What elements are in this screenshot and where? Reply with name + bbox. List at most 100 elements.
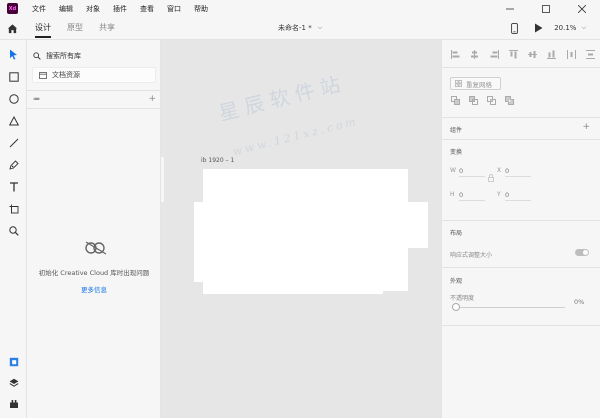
text-tool[interactable] <box>7 180 20 193</box>
select-tool[interactable] <box>7 48 20 61</box>
menu-items: 文件 编辑 对象 插件 查看 窗口 帮助 <box>32 4 221 14</box>
opacity-value[interactable]: 0% <box>574 298 584 306</box>
divider <box>442 117 600 118</box>
x-field-underline <box>505 176 531 177</box>
distribute-v-button[interactable] <box>585 49 595 59</box>
menu-file[interactable]: 文件 <box>32 4 46 14</box>
menu-help[interactable]: 帮助 <box>194 4 208 14</box>
align-toolbar <box>451 48 595 60</box>
libraries-panel-button[interactable] <box>7 355 20 368</box>
mode-tabs: 设计 原型 共享 <box>35 17 131 39</box>
pointer-icon <box>10 49 17 60</box>
minimize-button[interactable] <box>492 0 528 17</box>
y-label: Y <box>497 191 501 198</box>
menu-view[interactable]: 查看 <box>140 4 154 14</box>
maximize-button[interactable] <box>528 0 564 17</box>
lock-aspect-icon[interactable] <box>488 174 494 182</box>
toolbar: 设计 原型 共享 未命名-1 * ⌵ 20.1% ⌵ <box>0 17 600 40</box>
boolean-subtract-icon <box>469 96 478 105</box>
document-assets-label: 文档资源 <box>52 71 80 79</box>
artboard[interactable] <box>203 169 408 291</box>
exclude-boolean-button[interactable] <box>505 96 514 105</box>
artboard-tool[interactable] <box>7 202 20 215</box>
add-boolean-button[interactable] <box>451 96 460 105</box>
play-icon <box>534 23 543 33</box>
watermark-url: www.121xz.com <box>231 114 360 159</box>
panel-collapse-handle[interactable] <box>161 157 164 202</box>
opacity-slider-track[interactable] <box>460 307 565 308</box>
x-field[interactable]: 0 <box>505 167 509 175</box>
opacity-slider-handle[interactable] <box>452 303 460 311</box>
artboard-overflow-bottom <box>203 288 383 294</box>
tab-prototype[interactable]: 原型 <box>67 17 83 39</box>
window-controls <box>492 0 600 17</box>
layers-panel-button[interactable] <box>7 376 20 389</box>
subtract-boolean-button[interactable] <box>469 96 478 105</box>
toolbar-right: 20.1% ⌵ <box>496 17 586 39</box>
width-field[interactable]: 0 <box>459 167 463 175</box>
align-top-button[interactable] <box>508 49 518 59</box>
layers-icon <box>9 378 18 387</box>
pen-icon <box>8 159 19 170</box>
document-title-menu[interactable]: 未命名-1 * ⌵ <box>278 17 322 39</box>
tab-design[interactable]: 设计 <box>35 17 51 39</box>
canvas[interactable]: 星辰软件站 www.121xz.com ib 1920 – 1 <box>161 40 441 418</box>
device-preview-button[interactable] <box>508 22 520 34</box>
y-field[interactable]: 0 <box>505 191 509 199</box>
menu-edit[interactable]: 编辑 <box>59 4 73 14</box>
add-component-button[interactable]: + <box>582 122 590 132</box>
tool-rail <box>0 40 27 418</box>
menu-bar: Xd 文件 编辑 对象 插件 查看 窗口 帮助 <box>0 0 600 17</box>
align-bottom-icon <box>547 50 557 59</box>
menu-plugins[interactable]: 插件 <box>113 4 127 14</box>
creative-cloud-icon <box>85 241 107 255</box>
intersect-boolean-button[interactable] <box>487 96 496 105</box>
distribute-h-button[interactable] <box>566 49 576 59</box>
document-assets-item[interactable]: 文档资源 <box>32 67 156 83</box>
library-list-header: ≔ + <box>33 93 157 105</box>
add-library-button[interactable]: + <box>148 94 156 104</box>
document-assets-icon <box>39 71 47 79</box>
zoom-tool[interactable] <box>7 224 20 237</box>
line-tool[interactable] <box>7 136 20 149</box>
menu-object[interactable]: 对象 <box>86 4 100 14</box>
library-search[interactable]: 搜索所有库 <box>33 49 155 63</box>
align-center-h-button[interactable] <box>470 49 479 59</box>
boolean-intersect-icon <box>487 96 496 105</box>
more-info-link[interactable]: 更多信息 <box>27 284 161 294</box>
list-view-icon[interactable]: ≔ <box>33 95 40 103</box>
height-field[interactable]: 0 <box>459 191 463 199</box>
responsive-resize-label: 响应式调整大小 <box>450 252 493 259</box>
align-bottom-button[interactable] <box>547 50 557 59</box>
tab-share[interactable]: 共享 <box>99 17 115 39</box>
pen-tool[interactable] <box>7 158 20 171</box>
divider <box>442 325 600 326</box>
align-left-button[interactable] <box>451 49 460 59</box>
home-button[interactable] <box>6 22 19 35</box>
zoom-menu[interactable]: 20.1% ⌵ <box>554 24 586 32</box>
menu-window[interactable]: 窗口 <box>167 4 181 14</box>
align-center-icon <box>471 49 479 59</box>
cc-error-message: 初始化 Creative Cloud 库时出现问题 <box>38 269 150 277</box>
repeat-grid-button[interactable]: 重复网格 <box>450 77 501 90</box>
responsive-resize-toggle[interactable] <box>575 249 589 256</box>
divider <box>442 220 600 221</box>
app-logo: Xd <box>7 3 18 14</box>
boolean-ops <box>451 96 523 105</box>
triangle-icon <box>8 115 19 125</box>
rectangle-tool[interactable] <box>7 70 20 83</box>
ellipse-tool[interactable] <box>7 92 20 105</box>
property-inspector: 重复网格 组件 + 变换 W 0 X 0 H 0 Y 0 布局 响应式调整大小 … <box>441 40 600 418</box>
align-right-button[interactable] <box>490 49 499 59</box>
close-button[interactable] <box>564 0 600 17</box>
polygon-tool[interactable] <box>7 114 20 127</box>
plugins-icon <box>9 399 18 408</box>
chevron-down-icon: ⌵ <box>317 24 323 31</box>
artboard-icon <box>9 204 18 213</box>
artboard-label[interactable]: ib 1920 – 1 <box>201 157 234 164</box>
divider <box>442 67 600 68</box>
play-preview-button[interactable] <box>532 22 544 34</box>
align-middle-button[interactable] <box>528 50 538 59</box>
plugins-panel-button[interactable] <box>7 397 20 410</box>
maximize-icon <box>542 4 550 13</box>
